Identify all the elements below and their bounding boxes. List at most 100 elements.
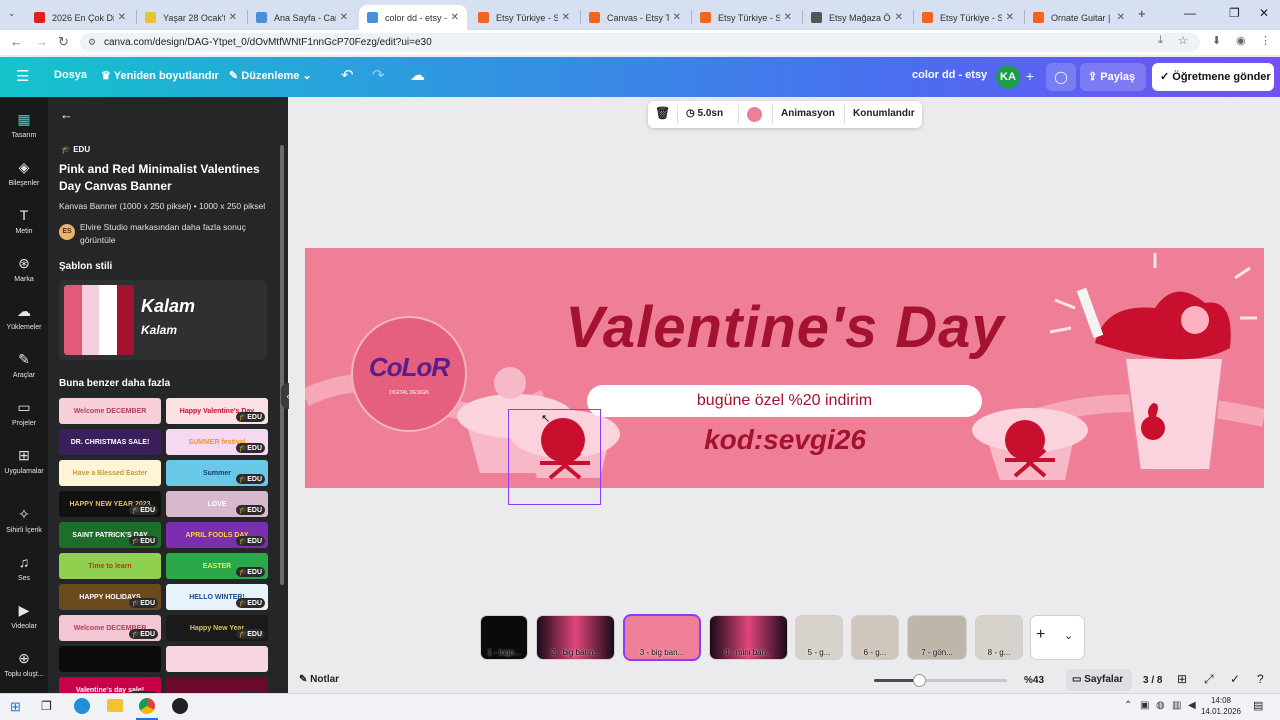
template-thumbnail[interactable]: 🎓EDU (166, 677, 268, 693)
fullscreen-icon[interactable]: ⤢ (1204, 672, 1214, 687)
template-thumbnail[interactable]: Time to learn (59, 553, 161, 579)
back-icon[interactable]: ← (10, 34, 23, 49)
page-thumbnail[interactable]: 6 - g... (852, 616, 898, 659)
tab-close-icon[interactable]: ✕ (1006, 12, 1014, 23)
trash-icon[interactable]: 🗑 (655, 106, 670, 120)
panel-scrollbar[interactable] (280, 145, 284, 585)
menu-kebab-icon[interactable]: ⋮ (1260, 34, 1271, 47)
page-thumbnail[interactable]: 4 - mini ban... (710, 616, 787, 659)
cloud-save-icon[interactable]: ☁ (410, 66, 425, 84)
obs-icon[interactable] (172, 698, 188, 714)
tab-close-icon[interactable]: ✕ (340, 12, 348, 23)
template-thumbnail[interactable]: Welcome DECEMBER 🎓EDU (59, 615, 161, 641)
animate-button[interactable]: Animasyon (781, 108, 835, 119)
close-window-icon[interactable]: ✕ (1259, 6, 1269, 20)
banner-code[interactable]: kod:sevgi26 (635, 424, 935, 456)
design-canvas[interactable]: CoLoR DIGITAL DESIGN Valentine's Day bug… (305, 248, 1264, 488)
tray-chevron-icon[interactable]: ⌃ (1124, 700, 1132, 711)
page-thumbnail[interactable]: 3 - big ban... (625, 616, 699, 659)
template-thumbnail[interactable]: Valentine's day sale!🎓EDU (59, 677, 161, 693)
tab-close-icon[interactable]: ✕ (895, 12, 903, 23)
template-thumbnail[interactable]: LOVE 🎓EDU (166, 491, 268, 517)
downloads-icon[interactable]: ⬇ (1212, 34, 1221, 47)
tray-app-icon[interactable]: ◍ (1156, 700, 1165, 711)
pages-button[interactable]: ▭ Sayfalar (1066, 669, 1132, 691)
template-thumbnail[interactable]: HELLO WINTER! 🎓EDU (166, 584, 268, 610)
rail-item-upload[interactable]: ☁ Yüklemeler (0, 302, 48, 331)
browser-tab[interactable]: color dd - etsy - M ✕ (359, 5, 467, 30)
edit-mode-dropdown[interactable]: ✎ Düzenleme ⌄ (229, 69, 312, 82)
rail-item-design[interactable]: ▦ Tasarım (0, 110, 48, 139)
rail-item-draw[interactable]: ✎ Araçlar (0, 350, 48, 379)
zoom-level[interactable]: %43 (1024, 675, 1044, 686)
grid-view-icon[interactable]: ⊞ (1177, 672, 1187, 686)
banner-subtitle[interactable]: bugüne özel %20 indirim (587, 385, 982, 417)
redo-icon[interactable]: ↷ (372, 66, 385, 84)
restore-icon[interactable]: ❐ (1229, 6, 1240, 20)
template-thumbnail[interactable]: Have a Blessed Easter (59, 460, 161, 486)
zoom-slider-thumb[interactable] (912, 674, 926, 687)
template-thumbnail[interactable]: Happy New Year 🎓EDU (166, 615, 268, 641)
template-thumbnail[interactable]: Summer 🎓EDU (166, 460, 268, 486)
brand-link[interactable]: Elvire Studio markasından daha fazla son… (80, 221, 280, 247)
rail-item-bulk-create[interactable]: ⊕ Toplu oluşt... (0, 649, 48, 678)
page-thumbnail[interactable]: 2 - big bann... (537, 616, 614, 659)
design-title[interactable]: color dd - etsy (912, 69, 987, 81)
add-page-icon[interactable]: + (1036, 626, 1045, 644)
minimize-icon[interactable]: — (1184, 6, 1196, 20)
reload-icon[interactable]: ↻ (58, 34, 69, 50)
notes-button[interactable]: ✎ Notlar (299, 674, 339, 685)
edge-icon[interactable] (74, 698, 90, 714)
browser-tab[interactable]: Etsy Türkiye - Sho ✕ (692, 5, 800, 30)
browser-tab[interactable]: Etsy Türkiye - Sho ✕ (470, 5, 578, 30)
browser-tab[interactable]: Canvas - Etsy Türk ✕ (581, 5, 689, 30)
share-button[interactable]: ⇪ Paylaş (1080, 63, 1146, 91)
template-thumbnail[interactable]: HAPPY NEW YEAR 2023 🎓EDU (59, 491, 161, 517)
chevron-down-icon[interactable]: ⌄ (1064, 629, 1073, 642)
template-thumbnail[interactable]: HAPPY HOLIDAYS 🎓EDU (59, 584, 161, 610)
banner-title[interactable]: Valentine's Day (535, 294, 1035, 361)
browser-tab[interactable]: Ana Sayfa - Canva ✕ (248, 5, 356, 30)
hamburger-menu-icon[interactable]: ☰ (16, 67, 29, 85)
selection-box[interactable] (508, 409, 601, 505)
tab-close-icon[interactable]: ✕ (229, 12, 237, 23)
tab-close-icon[interactable]: ✕ (562, 12, 570, 23)
rail-item-elements[interactable]: ◈ Bileşenler (0, 158, 48, 187)
template-thumbnail[interactable]: APRIL FOOLS DAY 🎓EDU (166, 522, 268, 548)
task-view-icon[interactable]: ❐ (41, 699, 52, 713)
browser-tab[interactable]: 2026 En Çok Dinle ✕ (26, 5, 134, 30)
clock-time[interactable]: 14:08 (1203, 696, 1239, 705)
browser-tab[interactable]: Etsy Mağaza Ölçü ✕ (803, 5, 911, 30)
site-info-icon[interactable]: ⚙ (88, 33, 96, 52)
page-thumbnail[interactable]: 7 - gön... (908, 616, 966, 659)
rail-item-video[interactable]: ▶ Videolar (0, 601, 48, 630)
page-thumbnail[interactable]: 1 - logo... (481, 616, 527, 659)
windows-start-icon[interactable]: ⊞ (10, 699, 21, 715)
chrome-icon[interactable] (139, 698, 155, 714)
template-thumbnail[interactable]: Welcome DECEMBER (59, 398, 161, 424)
new-tab-icon[interactable]: + (1138, 6, 1146, 21)
page-thumbnail[interactable]: 5 - g... (796, 616, 842, 659)
rail-item-brand[interactable]: ⊛ Marka (0, 254, 48, 283)
rail-item-apps[interactable]: ⊞ Uygulamalar (0, 446, 48, 475)
template-thumbnail[interactable] (59, 646, 161, 672)
tab-close-icon[interactable]: ✕ (118, 12, 126, 23)
rail-item-text[interactable]: T Metin (0, 206, 48, 235)
zoom-slider[interactable] (874, 674, 1007, 687)
file-menu[interactable]: Dosya (54, 69, 87, 81)
notifications-icon[interactable]: ▤ (1253, 699, 1263, 712)
install-icon[interactable]: ⤓ (1158, 34, 1163, 47)
position-button[interactable]: Konumlandır (853, 108, 915, 119)
add-collaborator-icon[interactable]: + (1021, 65, 1039, 89)
url-field[interactable]: ⚙ canva.com/design/DAG-Ytpet_0/dOvMtfWNt… (80, 33, 1200, 52)
template-thumbnail[interactable]: DR. CHRISTMAS SALE! (59, 429, 161, 455)
tab-close-icon[interactable]: ✕ (784, 12, 792, 23)
tab-close-icon[interactable]: ✕ (451, 12, 459, 23)
file-explorer-icon[interactable] (107, 699, 123, 712)
clock-date[interactable]: 14.01.2026 (1199, 707, 1243, 716)
page-thumbnail[interactable]: 8 - g... (976, 616, 1022, 659)
bookmark-star-icon[interactable]: ☆ (1178, 34, 1188, 47)
undo-icon[interactable]: ↶ (341, 66, 354, 84)
template-thumbnail[interactable]: EASTER 🎓EDU (166, 553, 268, 579)
template-thumbnail[interactable]: Happy Valentine's Day 🎓EDU (166, 398, 268, 424)
